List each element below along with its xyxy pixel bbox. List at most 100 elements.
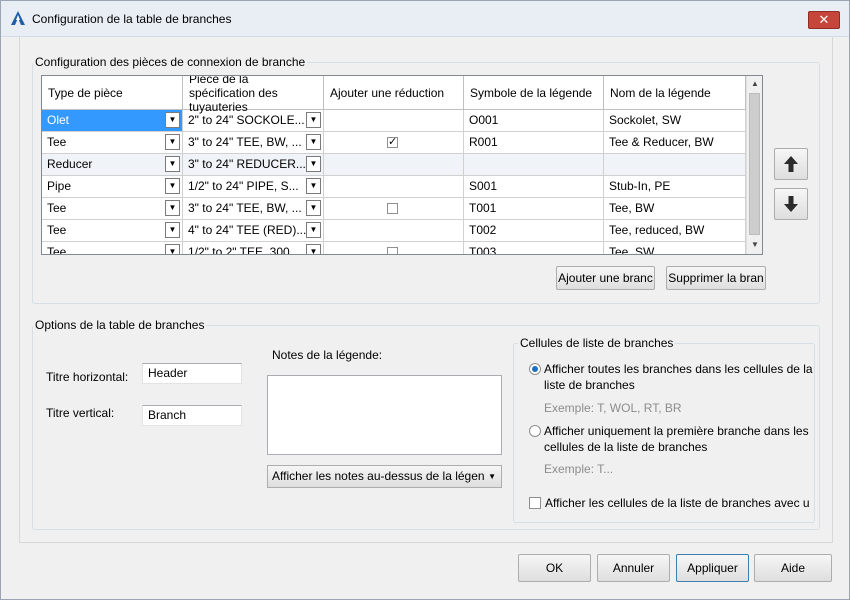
- grid-vertical-scrollbar[interactable]: ▲ ▼: [746, 76, 762, 254]
- column-header-legend-symbol[interactable]: Symbole de la légende: [464, 76, 604, 110]
- chevron-down-icon[interactable]: ▼: [306, 200, 321, 216]
- delete-branch-button[interactable]: Supprimer la bran: [666, 266, 766, 290]
- cell-name[interactable]: [604, 154, 746, 175]
- chevron-down-icon[interactable]: ▼: [165, 134, 180, 150]
- table-row[interactable]: Tee ▼ 3" to 24" TEE, BW, ... ▼ ✓ R001 Tee & Re…: [42, 132, 746, 154]
- chevron-down-icon[interactable]: ▼: [306, 178, 321, 194]
- cell-symbol[interactable]: T002: [464, 220, 604, 241]
- cell-add-reduction[interactable]: [324, 176, 464, 197]
- add-branch-button[interactable]: Ajouter une branc: [556, 266, 655, 290]
- move-down-button[interactable]: [774, 188, 808, 220]
- cell-type[interactable]: Reducer ▼: [42, 154, 183, 175]
- cell-spec[interactable]: 2" to 24" SOCKOLE... ▼: [183, 110, 324, 131]
- legend-notes-textarea[interactable]: [267, 375, 502, 455]
- cell-type[interactable]: Tee ▼: [42, 220, 183, 241]
- chevron-down-icon[interactable]: ▼: [165, 200, 180, 216]
- cell-spec[interactable]: 4" to 24" TEE (RED)... ▼: [183, 220, 324, 241]
- cell-symbol[interactable]: [464, 154, 604, 175]
- cell-name-text: Tee & Reducer, BW: [609, 135, 714, 149]
- cell-symbol[interactable]: T001: [464, 198, 604, 219]
- dialog-window: Configuration de la table de branches ✕ …: [0, 0, 850, 600]
- help-button[interactable]: Aide: [754, 554, 832, 582]
- cell-spec[interactable]: 3" to 24" TEE, BW, ... ▼: [183, 198, 324, 219]
- column-header-legend-name[interactable]: Nom de la légende: [604, 76, 746, 110]
- table-row[interactable]: Tee ▼ 4" to 24" TEE (RED)... ▼ T002 Tee, redu…: [42, 220, 746, 242]
- chevron-down-icon[interactable]: ▼: [165, 244, 180, 254]
- move-up-button[interactable]: [774, 148, 808, 180]
- column-header-add-reduction[interactable]: Ajouter une réduction: [324, 76, 464, 110]
- cell-symbol-text: T001: [469, 201, 497, 215]
- table-row[interactable]: Tee ▼ 3" to 24" TEE, BW, ... ▼ T001 Tee, BW: [42, 198, 746, 220]
- cell-spec[interactable]: 1/2" to 24" PIPE, S... ▼: [183, 176, 324, 197]
- notes-position-dropdown[interactable]: Afficher les notes au-dessus de la légen…: [267, 465, 502, 488]
- cell-spec[interactable]: 1/2" to 2" TEE, 300... ▼: [183, 242, 324, 254]
- branch-parts-grid[interactable]: Type de pièce Pièce de la spécification …: [41, 75, 763, 255]
- chevron-down-icon[interactable]: ▼: [306, 222, 321, 238]
- options-group-legend: Options de la table de branches: [35, 318, 205, 332]
- chevron-down-icon[interactable]: ▼: [306, 156, 321, 172]
- cell-name[interactable]: Tee, SW: [604, 242, 746, 255]
- cell-type[interactable]: Olet ▼: [42, 110, 183, 131]
- table-row[interactable]: Reducer ▼ 3" to 24" REDUCER... ▼: [42, 154, 746, 176]
- cell-spec[interactable]: 3" to 24" REDUCER... ▼: [183, 154, 324, 175]
- radio-show-all-label-line1: Afficher toutes les branches dans les ce…: [544, 362, 813, 376]
- cell-name[interactable]: Tee & Reducer, BW: [604, 132, 746, 153]
- cell-add-reduction[interactable]: [324, 154, 464, 175]
- scroll-thumb[interactable]: [749, 93, 760, 235]
- window-title: Configuration de la table de branches: [32, 12, 232, 26]
- chevron-down-icon[interactable]: ▼: [306, 134, 321, 150]
- cell-symbol[interactable]: T003: [464, 242, 604, 254]
- cell-name[interactable]: Stub-In, PE: [604, 176, 746, 197]
- vertical-title-input[interactable]: Branch: [142, 405, 242, 426]
- cell-add-reduction[interactable]: ✓: [324, 132, 464, 153]
- chevron-down-icon[interactable]: ▼: [165, 178, 180, 194]
- close-button[interactable]: ✕: [808, 11, 840, 29]
- legend-notes-label: Notes de la légende:: [272, 348, 383, 362]
- cell-symbol[interactable]: R001: [464, 132, 604, 153]
- chevron-down-icon[interactable]: ▼: [306, 244, 321, 254]
- horizontal-title-label: Titre horizontal:: [46, 370, 129, 384]
- cell-name[interactable]: Tee, BW: [604, 198, 746, 219]
- reduction-checkbox[interactable]: [387, 247, 398, 254]
- cell-spec[interactable]: 3" to 24" TEE, BW, ... ▼: [183, 132, 324, 153]
- reduction-checkbox-checked[interactable]: ✓: [387, 137, 398, 148]
- title-bar[interactable]: Configuration de la table de branches ✕: [1, 1, 849, 37]
- show-branch-cells-checkbox[interactable]: [529, 497, 541, 509]
- reduction-checkbox[interactable]: [387, 203, 398, 214]
- connections-group-legend: Configuration des pièces de connexion de…: [35, 55, 306, 69]
- chevron-down-icon[interactable]: ▼: [165, 222, 180, 238]
- cell-name-text: Tee, SW: [609, 245, 655, 255]
- cell-symbol-text: O001: [469, 113, 499, 127]
- cell-spec-text: 3" to 24" TEE, BW, ...: [188, 201, 302, 215]
- ok-button[interactable]: OK: [518, 554, 591, 582]
- chevron-down-icon[interactable]: ▼: [165, 112, 180, 128]
- cell-add-reduction[interactable]: [324, 220, 464, 241]
- apply-button[interactable]: Appliquer: [676, 554, 749, 582]
- cell-add-reduction[interactable]: [324, 242, 464, 254]
- scroll-down-icon[interactable]: ▼: [747, 237, 762, 253]
- cell-add-reduction[interactable]: [324, 110, 464, 131]
- table-row[interactable]: Olet ▼ 2" to 24" SOCKOLE... ▼ O001 Sockolet, …: [42, 110, 746, 132]
- cell-type[interactable]: Pipe ▼: [42, 176, 183, 197]
- cell-name[interactable]: Tee, reduced, BW: [604, 220, 746, 241]
- cell-add-reduction[interactable]: [324, 198, 464, 219]
- scroll-up-icon[interactable]: ▲: [747, 76, 762, 92]
- cell-type-text: Olet: [47, 113, 70, 127]
- column-header-spec-part[interactable]: Pièce de la spécification des tuyauterie…: [183, 76, 324, 114]
- chevron-down-icon[interactable]: ▼: [306, 112, 321, 128]
- horizontal-title-input[interactable]: Header: [142, 363, 242, 384]
- radio-show-all-branches[interactable]: [529, 363, 541, 375]
- cell-type[interactable]: Tee ▼: [42, 242, 183, 254]
- table-row[interactable]: Pipe ▼ 1/2" to 24" PIPE, S... ▼ S001 Stub-In,…: [42, 176, 746, 198]
- cancel-button[interactable]: Annuler: [597, 554, 670, 582]
- cell-name[interactable]: Sockolet, SW: [604, 110, 746, 131]
- cell-symbol-text: R001: [469, 135, 498, 149]
- cell-symbol[interactable]: S001: [464, 176, 604, 197]
- cell-symbol[interactable]: O001: [464, 110, 604, 131]
- radio-show-first-branch[interactable]: [529, 425, 541, 437]
- table-row[interactable]: Tee ▼ 1/2" to 2" TEE, 300... ▼ T003 Tee, SW: [42, 242, 746, 255]
- chevron-down-icon[interactable]: ▼: [165, 156, 180, 172]
- cell-type[interactable]: Tee ▼: [42, 198, 183, 219]
- cell-type[interactable]: Tee ▼: [42, 132, 183, 153]
- column-header-part-type[interactable]: Type de pièce: [42, 76, 183, 110]
